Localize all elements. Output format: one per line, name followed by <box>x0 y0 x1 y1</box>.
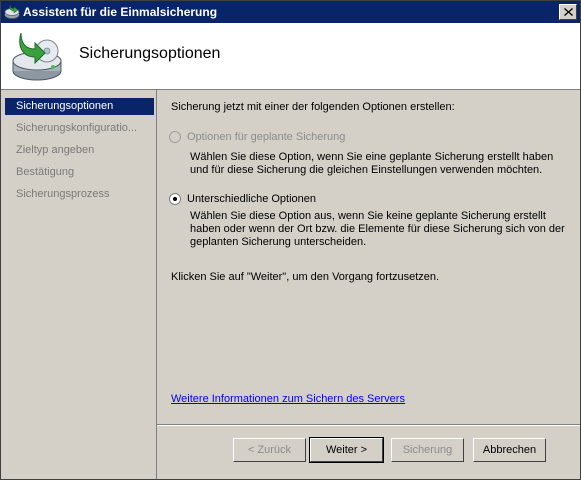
close-icon <box>563 8 573 16</box>
sidebar-item-bestaetigung[interactable]: Bestätigung <box>5 164 154 181</box>
close-button[interactable] <box>559 4 577 20</box>
backup-drive-icon <box>12 32 62 81</box>
option-different-desc-2: haben oder wenn der Ort bzw. die Element… <box>190 223 565 235</box>
option-scheduled-desc-1: Wählen Sie diese Option, wenn Sie eine g… <box>190 151 554 163</box>
option-different-desc-1: Wählen Sie diese Option aus, wenn Sie ke… <box>190 210 546 222</box>
cancel-button[interactable]: Abbrechen <box>473 438 546 462</box>
option-scheduled-label: Optionen für geplante Sicherung <box>187 131 346 143</box>
option-different-label[interactable]: Unterschiedliche Optionen <box>187 193 316 205</box>
option-scheduled-radio[interactable] <box>169 131 181 143</box>
wizard-content: Sicherung jetzt mit einer der folgenden … <box>157 90 580 479</box>
wizard-window: Assistent für die Einmalsicherung Sicher… <box>0 0 581 480</box>
continue-hint: Klicken Sie auf "Weiter", um den Vorgang… <box>171 271 440 283</box>
intro-text: Sicherung jetzt mit einer der folgenden … <box>171 101 455 113</box>
backup-app-icon <box>4 4 20 19</box>
next-button[interactable]: Weiter > <box>309 437 384 463</box>
backup-button[interactable]: Sicherung <box>391 438 464 462</box>
sidebar-item-zieltyp[interactable]: Zieltyp angeben <box>5 142 154 159</box>
option-different-desc-3: geplanten Sicherung unterscheiden. <box>190 236 367 248</box>
button-divider <box>157 424 580 426</box>
option-scheduled-desc-2: und für diese Sicherung die gleichen Ein… <box>190 164 543 176</box>
more-info-link[interactable]: Weitere Informationen zum Sichern des Se… <box>171 393 405 405</box>
option-different-radio[interactable] <box>169 193 181 205</box>
page-title: Sicherungsoptionen <box>79 45 221 62</box>
sidebar-item-sicherungsprozess[interactable]: Sicherungsprozess <box>5 186 154 203</box>
back-button[interactable]: < Zurück <box>233 438 306 462</box>
window-title: Assistent für die Einmalsicherung <box>23 5 218 19</box>
title-bar[interactable]: Assistent für die Einmalsicherung <box>1 1 580 23</box>
sidebar-item-sicherungskonfiguration[interactable]: Sicherungskonfiguratio... <box>5 120 154 137</box>
wizard-steps-sidebar: Sicherungsoptionen Sicherungskonfigurati… <box>1 90 157 479</box>
sidebar-item-sicherungsoptionen[interactable]: Sicherungsoptionen <box>5 98 154 115</box>
wizard-header: Sicherungsoptionen <box>1 23 580 90</box>
radio-selected-dot <box>173 197 177 201</box>
